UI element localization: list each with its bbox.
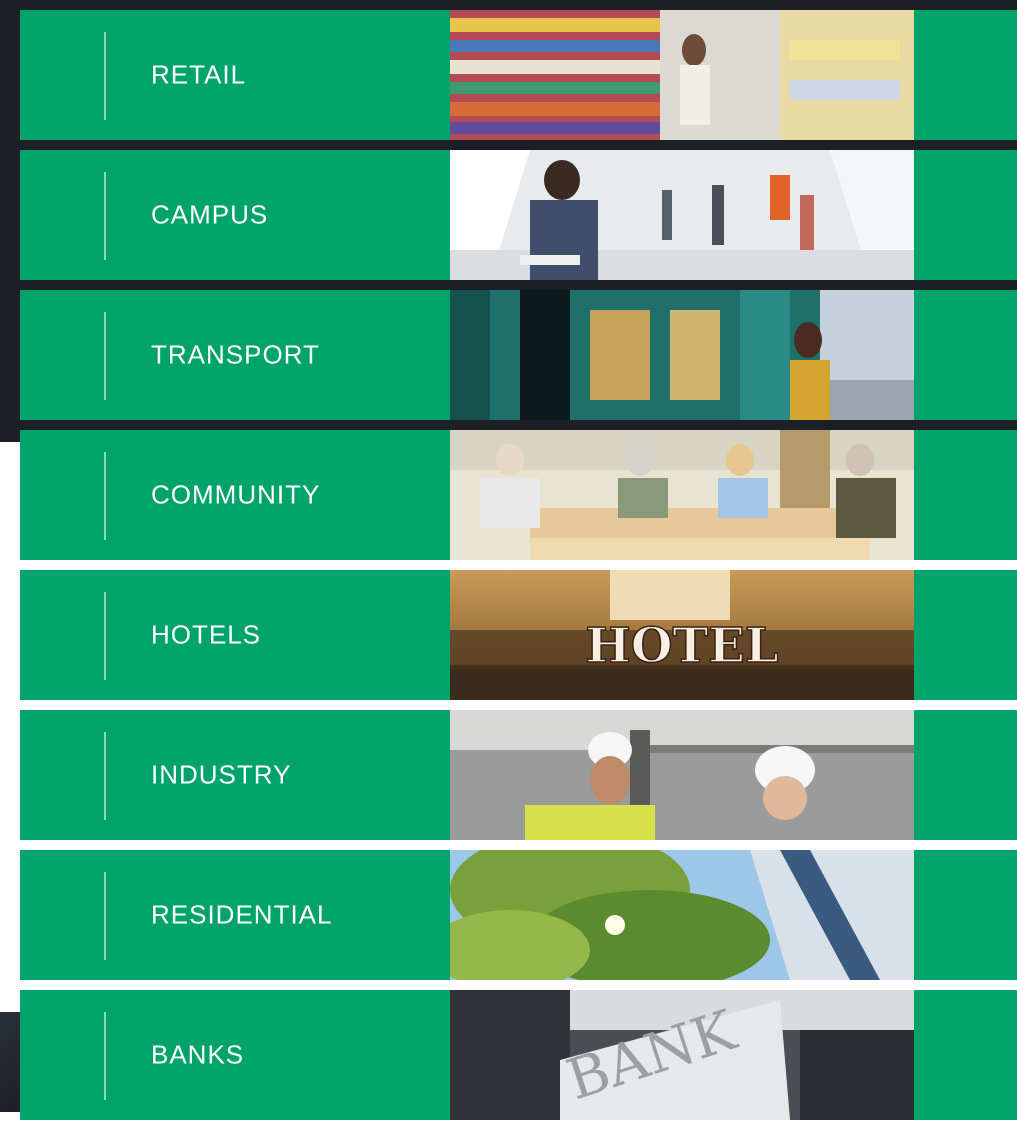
divider-line xyxy=(104,312,106,400)
sector-item-industry[interactable]: INDUSTRY xyxy=(20,710,1017,840)
sector-label: COMMUNITY xyxy=(151,479,321,510)
svg-text:HOTEL: HOTEL xyxy=(585,618,778,674)
divider-line xyxy=(104,172,106,260)
divider-line xyxy=(104,32,106,120)
campus-photo xyxy=(450,150,914,280)
hotels-photo: HOTEL xyxy=(450,570,914,700)
community-photo xyxy=(450,430,914,560)
sector-label: HOTELS xyxy=(151,619,262,650)
residential-photo xyxy=(450,850,914,980)
sector-label: CAMPUS xyxy=(151,199,269,230)
sector-label: RETAIL xyxy=(151,59,247,90)
sector-label: TRANSPORT xyxy=(151,339,320,370)
sector-item-residential[interactable]: RESIDENTIAL xyxy=(20,850,1017,980)
divider-line xyxy=(104,592,106,680)
sector-item-transport[interactable]: TRANSPORT xyxy=(20,290,1017,420)
industry-photo xyxy=(450,710,914,840)
divider-line xyxy=(104,872,106,960)
banks-photo: BANK xyxy=(450,990,914,1120)
sector-item-campus[interactable]: CAMPUS xyxy=(20,150,1017,280)
sector-item-banks[interactable]: BANKS BANK xyxy=(20,990,1017,1120)
sector-item-community[interactable]: COMMUNITY xyxy=(20,430,1017,560)
transport-photo xyxy=(450,290,914,420)
sector-item-hotels[interactable]: HOTELS HOTEL xyxy=(20,570,1017,700)
sector-item-retail[interactable]: RETAIL xyxy=(20,10,1017,140)
sector-label: BANKS xyxy=(151,1039,245,1070)
divider-line xyxy=(104,732,106,820)
divider-line xyxy=(104,452,106,540)
retail-photo xyxy=(450,10,914,140)
sector-label: INDUSTRY xyxy=(151,759,292,790)
sector-list: RETAIL CAMPUS TRANSPORT COMMUNITY HOTELS… xyxy=(20,10,1017,1130)
sector-label: RESIDENTIAL xyxy=(151,899,333,930)
divider-line xyxy=(104,1012,106,1100)
